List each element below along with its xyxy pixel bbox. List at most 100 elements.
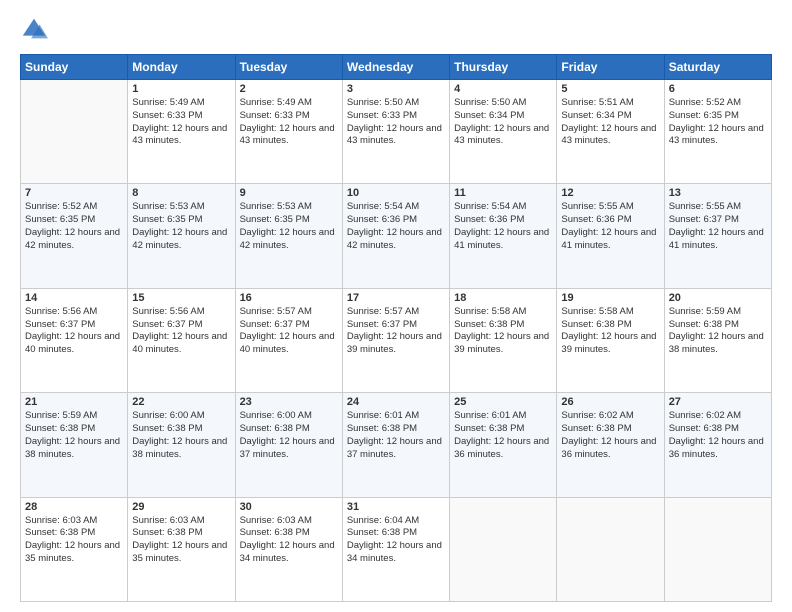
- calendar-cell: 2Sunrise: 5:49 AMSunset: 6:33 PMDaylight…: [235, 80, 342, 184]
- calendar-cell: 30 Sunrise: 6:03 AMSunset: 6:38 PMDayligh…: [235, 497, 342, 601]
- day-info: Sunrise: 6:03 AMSunset: 6:38 PMDaylight:…: [25, 515, 123, 566]
- day-info: Sunrise: 5:56 AMSunset: 6:37 PMDaylight:…: [25, 306, 123, 357]
- day-info: Sunrise: 6:01 AMSunset: 6:38 PMDaylight:…: [454, 410, 552, 461]
- calendar-cell: 5 Sunrise: 5:51 AMSunset: 6:34 PMDaylight…: [557, 80, 664, 184]
- calendar-cell: 10 Sunrise: 5:54 AMSunset: 6:36 PMDayligh…: [342, 184, 449, 288]
- day-number: 18: [454, 292, 552, 304]
- header: [20, 16, 772, 44]
- day-number: 17: [347, 292, 445, 304]
- calendar-row: 21 Sunrise: 5:59 AMSunset: 6:38 PMDayligh…: [21, 393, 772, 497]
- calendar-cell: 31Sunrise: 6:04 AMSunset: 6:38 PMDayligh…: [342, 497, 449, 601]
- day-number: 16: [240, 292, 338, 304]
- day-info: Sunrise: 6:02 AMSunset: 6:38 PMDaylight:…: [669, 410, 767, 461]
- calendar-cell: 3Sunrise: 5:50 AMSunset: 6:33 PMDaylight…: [342, 80, 449, 184]
- calendar-cell: 19 Sunrise: 5:58 AMSunset: 6:38 PMDayligh…: [557, 288, 664, 392]
- day-number: 25: [454, 396, 552, 408]
- day-number: 20: [669, 292, 767, 304]
- day-number: 15: [132, 292, 230, 304]
- calendar-row: 7 Sunrise: 5:52 AMSunset: 6:35 PMDaylight…: [21, 184, 772, 288]
- day-number: 3: [347, 83, 445, 95]
- logo: [20, 16, 52, 44]
- calendar-cell: 8 Sunrise: 5:53 AMSunset: 6:35 PMDaylight…: [128, 184, 235, 288]
- day-info: Sunrise: 5:51 AMSunset: 6:34 PMDaylight:…: [561, 97, 659, 148]
- calendar-cell: 25 Sunrise: 6:01 AMSunset: 6:38 PMDayligh…: [450, 393, 557, 497]
- day-number: 27: [669, 396, 767, 408]
- logo-icon: [20, 16, 48, 44]
- day-info: Sunrise: 6:02 AMSunset: 6:38 PMDaylight:…: [561, 410, 659, 461]
- day-number: 5: [561, 83, 659, 95]
- calendar-cell: 18 Sunrise: 5:58 AMSunset: 6:38 PMDayligh…: [450, 288, 557, 392]
- day-number: 24: [347, 396, 445, 408]
- weekday-header: Sunday: [21, 55, 128, 80]
- day-number: 19: [561, 292, 659, 304]
- day-info: Sunrise: 5:56 AMSunset: 6:37 PMDaylight:…: [132, 306, 230, 357]
- day-info: Sunrise: 5:59 AMSunset: 6:38 PMDaylight:…: [669, 306, 767, 357]
- calendar-cell: 14 Sunrise: 5:56 AMSunset: 6:37 PMDayligh…: [21, 288, 128, 392]
- day-number: 14: [25, 292, 123, 304]
- day-number: 6: [669, 83, 767, 95]
- calendar-cell: 6 Sunrise: 5:52 AMSunset: 6:35 PMDaylight…: [664, 80, 771, 184]
- day-number: 28: [25, 501, 123, 513]
- calendar-cell: 21 Sunrise: 5:59 AMSunset: 6:38 PMDayligh…: [21, 393, 128, 497]
- weekday-header: Wednesday: [342, 55, 449, 80]
- day-number: 9: [240, 187, 338, 199]
- day-info: Sunrise: 5:53 AMSunset: 6:35 PMDaylight:…: [240, 201, 338, 252]
- calendar-cell: 11 Sunrise: 5:54 AMSunset: 6:36 PMDayligh…: [450, 184, 557, 288]
- day-number: 13: [669, 187, 767, 199]
- day-number: 7: [25, 187, 123, 199]
- calendar-cell: 28 Sunrise: 6:03 AMSunset: 6:38 PMDayligh…: [21, 497, 128, 601]
- weekday-header: Friday: [557, 55, 664, 80]
- calendar-cell: 15 Sunrise: 5:56 AMSunset: 6:37 PMDayligh…: [128, 288, 235, 392]
- day-info: Sunrise: 5:52 AMSunset: 6:35 PMDaylight:…: [669, 97, 767, 148]
- day-number: 12: [561, 187, 659, 199]
- calendar-cell: 9 Sunrise: 5:53 AMSunset: 6:35 PMDaylight…: [235, 184, 342, 288]
- calendar-cell: 7 Sunrise: 5:52 AMSunset: 6:35 PMDaylight…: [21, 184, 128, 288]
- calendar: SundayMondayTuesdayWednesdayThursdayFrid…: [20, 54, 772, 602]
- day-number: 26: [561, 396, 659, 408]
- day-info: Sunrise: 5:59 AMSunset: 6:38 PMDaylight:…: [25, 410, 123, 461]
- weekday-header: Thursday: [450, 55, 557, 80]
- day-number: 1: [132, 83, 230, 95]
- calendar-cell: 17 Sunrise: 5:57 AMSunset: 6:37 PMDayligh…: [342, 288, 449, 392]
- calendar-cell: 26 Sunrise: 6:02 AMSunset: 6:38 PMDayligh…: [557, 393, 664, 497]
- calendar-cell: 22Sunrise: 6:00 AMSunset: 6:38 PMDayligh…: [128, 393, 235, 497]
- calendar-row: 1 Sunrise: 5:49 AMSunset: 6:33 PMDaylight…: [21, 80, 772, 184]
- calendar-cell: 24 Sunrise: 6:01 AMSunset: 6:38 PMDayligh…: [342, 393, 449, 497]
- calendar-cell: [664, 497, 771, 601]
- page: SundayMondayTuesdayWednesdayThursdayFrid…: [0, 0, 792, 612]
- day-number: 22: [132, 396, 230, 408]
- day-info: Sunrise: 5:57 AMSunset: 6:37 PMDaylight:…: [240, 306, 338, 357]
- day-info: Sunrise: 5:57 AMSunset: 6:37 PMDaylight:…: [347, 306, 445, 357]
- day-number: 8: [132, 187, 230, 199]
- calendar-cell: 1 Sunrise: 5:49 AMSunset: 6:33 PMDaylight…: [128, 80, 235, 184]
- day-info: Sunrise: 5:50 AMSunset: 6:34 PMDaylight:…: [454, 97, 552, 148]
- calendar-cell: [450, 497, 557, 601]
- day-info: Sunrise: 5:58 AMSunset: 6:38 PMDaylight:…: [561, 306, 659, 357]
- day-info: Sunrise: 5:58 AMSunset: 6:38 PMDaylight:…: [454, 306, 552, 357]
- calendar-cell: 27 Sunrise: 6:02 AMSunset: 6:38 PMDayligh…: [664, 393, 771, 497]
- day-info: Sunrise: 5:49 AMSunset: 6:33 PMDaylight:…: [132, 97, 230, 148]
- calendar-cell: 20 Sunrise: 5:59 AMSunset: 6:38 PMDayligh…: [664, 288, 771, 392]
- calendar-cell: 4Sunrise: 5:50 AMSunset: 6:34 PMDaylight…: [450, 80, 557, 184]
- calendar-cell: 13 Sunrise: 5:55 AMSunset: 6:37 PMDayligh…: [664, 184, 771, 288]
- day-number: 21: [25, 396, 123, 408]
- day-info: Sunrise: 5:54 AMSunset: 6:36 PMDaylight:…: [454, 201, 552, 252]
- calendar-cell: [557, 497, 664, 601]
- day-number: 29: [132, 501, 230, 513]
- day-number: 31: [347, 501, 445, 513]
- day-number: 11: [454, 187, 552, 199]
- calendar-cell: 12 Sunrise: 5:55 AMSunset: 6:36 PMDayligh…: [557, 184, 664, 288]
- day-info: Sunrise: 6:01 AMSunset: 6:38 PMDaylight:…: [347, 410, 445, 461]
- day-info: Sunrise: 5:55 AMSunset: 6:36 PMDaylight:…: [561, 201, 659, 252]
- day-info: Sunrise: 5:52 AMSunset: 6:35 PMDaylight:…: [25, 201, 123, 252]
- weekday-header: Tuesday: [235, 55, 342, 80]
- day-number: 10: [347, 187, 445, 199]
- day-number: 30: [240, 501, 338, 513]
- day-info: Sunrise: 5:54 AMSunset: 6:36 PMDaylight:…: [347, 201, 445, 252]
- weekday-header-row: SundayMondayTuesdayWednesdayThursdayFrid…: [21, 55, 772, 80]
- day-info: Sunrise: 6:03 AMSunset: 6:38 PMDaylight:…: [240, 515, 338, 566]
- calendar-cell: 16 Sunrise: 5:57 AMSunset: 6:37 PMDayligh…: [235, 288, 342, 392]
- day-info: Sunrise: 5:53 AMSunset: 6:35 PMDaylight:…: [132, 201, 230, 252]
- weekday-header: Monday: [128, 55, 235, 80]
- day-info: Sunrise: 5:55 AMSunset: 6:37 PMDaylight:…: [669, 201, 767, 252]
